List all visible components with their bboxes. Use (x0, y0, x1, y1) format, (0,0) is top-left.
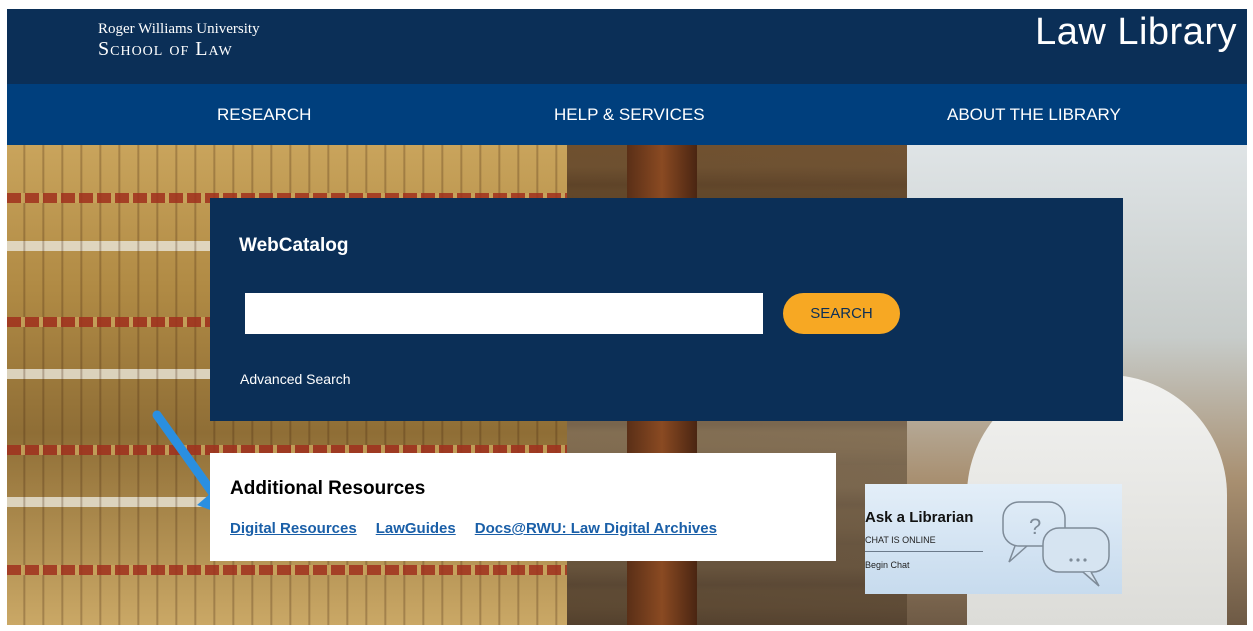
logo-line-2: School of Law (98, 38, 233, 60)
svg-text:?: ? (1029, 514, 1041, 539)
digital-resources-link[interactable]: Digital Resources (230, 520, 357, 537)
university-logo[interactable]: Roger Williams University School of Law (98, 20, 260, 60)
main-nav: RESEARCH HELP & SERVICES ABOUT THE LIBRA… (7, 84, 1247, 145)
docs-rwu-link[interactable]: Docs@RWU: Law Digital Archives (475, 520, 717, 537)
search-button[interactable]: SEARCH (783, 293, 900, 334)
webcatalog-panel: WebCatalog SEARCH Advanced Search (210, 198, 1123, 421)
nav-item-research[interactable]: RESEARCH (217, 105, 311, 125)
lawguides-link[interactable]: LawGuides (376, 520, 456, 537)
site-header: Roger Williams University School of Law … (7, 9, 1247, 84)
webcatalog-title: WebCatalog (239, 235, 349, 256)
begin-chat-link[interactable]: Begin Chat (865, 560, 910, 570)
nav-item-about-library[interactable]: ABOUT THE LIBRARY (947, 105, 1121, 125)
additional-resources-title: Additional Resources (230, 478, 426, 499)
advanced-search-link[interactable]: Advanced Search (240, 371, 351, 387)
book-spine-band (7, 565, 567, 575)
chat-bubbles-icon: ? (1002, 501, 1110, 587)
logo-line-1: Roger Williams University (98, 21, 260, 37)
divider (865, 551, 983, 552)
chat-status: CHAT IS ONLINE (865, 535, 936, 545)
ask-librarian-title: Ask a Librarian (865, 509, 974, 526)
resource-links: Digital Resources LawGuides Docs@RWU: La… (230, 520, 736, 537)
ask-librarian-widget[interactable]: Ask a Librarian CHAT IS ONLINE Begin Cha… (865, 484, 1122, 594)
site-title: Law Library (1035, 11, 1237, 53)
nav-item-help-services[interactable]: HELP & SERVICES (554, 105, 705, 125)
additional-resources-panel: Additional Resources Digital Resources L… (210, 453, 836, 561)
page: Roger Williams University School of Law … (7, 9, 1247, 625)
catalog-search-input[interactable] (245, 293, 763, 334)
